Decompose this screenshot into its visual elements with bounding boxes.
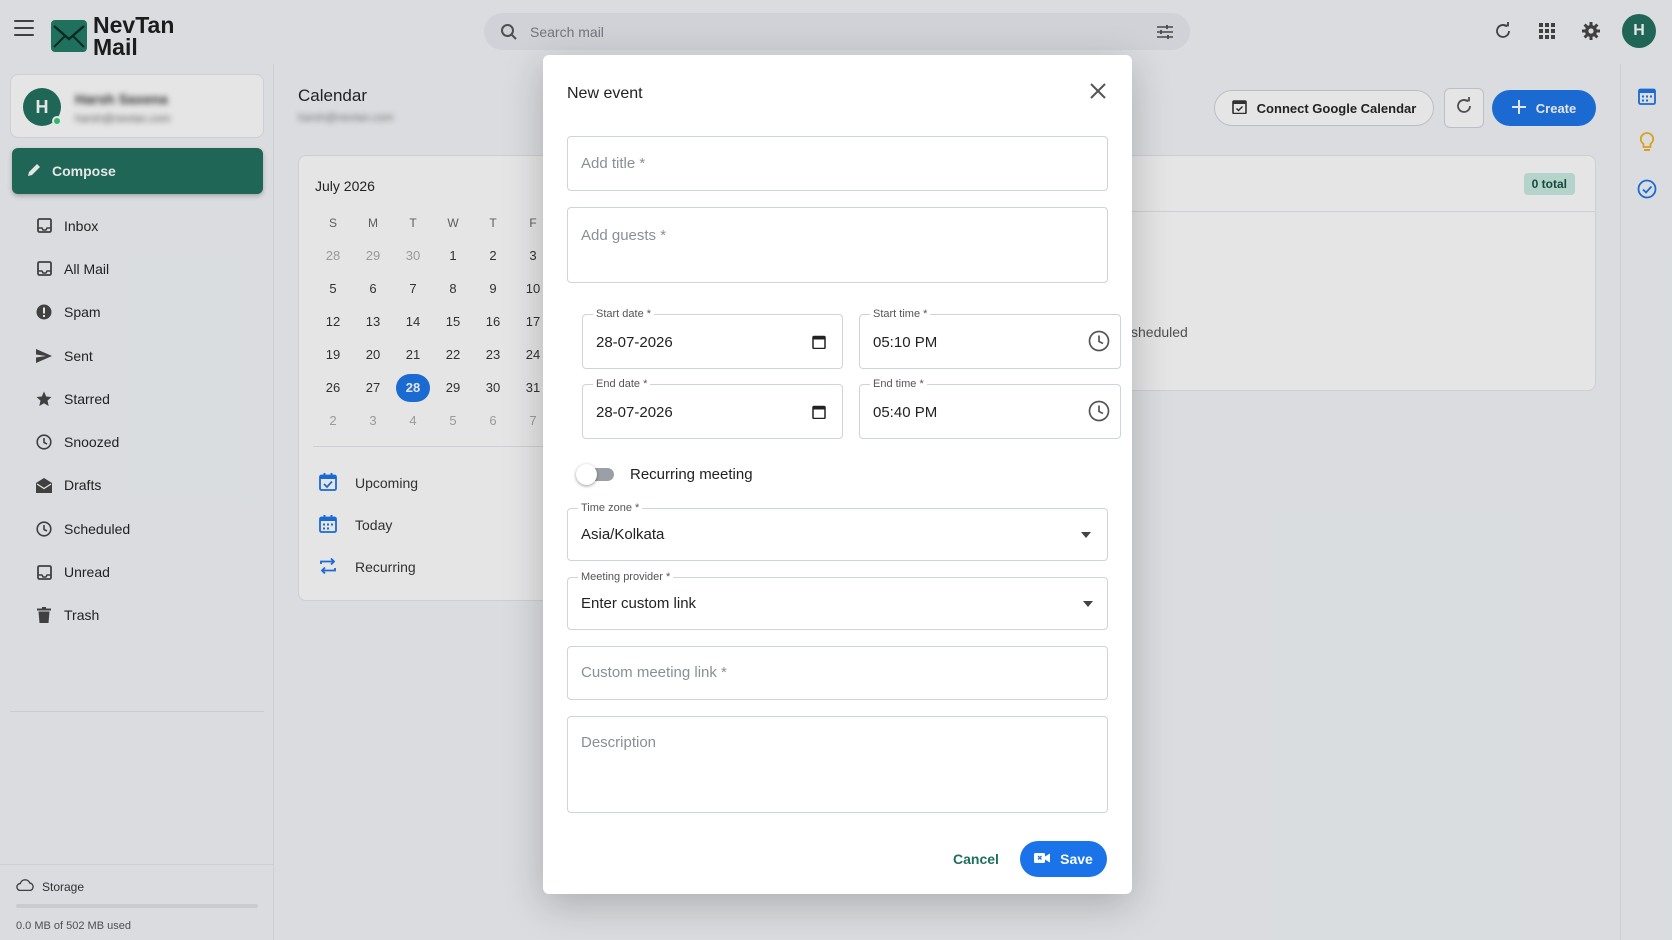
recurring-meeting-toggle[interactable] [576, 463, 614, 485]
recurring-meeting-row: Recurring meeting [576, 463, 753, 485]
clock-icon[interactable] [1088, 400, 1110, 422]
meeting-provider-select[interactable]: Meeting provider * Enter custom link [567, 571, 1108, 630]
calendar-icon[interactable] [808, 331, 830, 353]
end-date-field[interactable]: End date * 28-07-2026 [582, 378, 843, 439]
start-date-field[interactable]: Start date * 28-07-2026 [582, 308, 843, 369]
calendar-icon[interactable] [808, 401, 830, 423]
close-icon [1090, 82, 1106, 104]
title-input[interactable]: Add title * [567, 136, 1108, 191]
start-time-field[interactable]: Start time * 05:10 PM [859, 308, 1121, 369]
video-camera-icon [1034, 851, 1051, 867]
chevron-down-icon [1083, 601, 1093, 607]
recurring-meeting-label: Recurring meeting [630, 465, 753, 483]
custom-meeting-link-input[interactable]: Custom meeting link * [567, 646, 1108, 700]
new-event-dialog: New event Add title * Add guests * Start… [543, 55, 1132, 894]
chevron-down-icon [1081, 532, 1091, 538]
end-time-field[interactable]: End time * 05:40 PM [859, 378, 1121, 439]
dialog-title: New event [567, 85, 643, 102]
clock-icon[interactable] [1088, 330, 1110, 352]
cancel-button[interactable]: Cancel [953, 851, 999, 867]
timezone-select[interactable]: Time zone * Asia/Kolkata [567, 502, 1108, 561]
guests-input[interactable]: Add guests * [567, 207, 1108, 283]
close-button[interactable] [1086, 81, 1110, 105]
description-input[interactable]: Description [567, 716, 1108, 813]
save-button[interactable]: Save [1020, 841, 1107, 877]
